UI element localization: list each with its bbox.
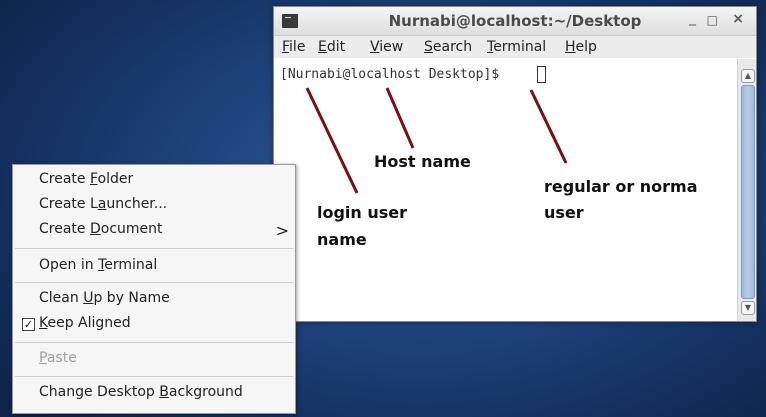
menu-item-open-in-terminal[interactable]: Open in Terminal — [39, 257, 157, 273]
terminal-titlebar[interactable]: Nurnabi@localhost:~/Desktop _ □ × — [274, 7, 756, 36]
vertical-scrollbar[interactable]: ▲ ▼ — [737, 59, 756, 321]
text-cursor — [537, 66, 546, 83]
regular-user-label-line1: regular or norma — [544, 177, 698, 196]
maximize-button[interactable]: □ — [707, 13, 718, 27]
submenu-arrow-icon: > — [275, 221, 289, 240]
shell-prompt: [Nurnabi@localhost Desktop]$ — [280, 67, 500, 82]
menu-separator — [15, 282, 293, 283]
close-button[interactable]: × — [732, 11, 744, 27]
scroll-down-icon[interactable]: ▼ — [741, 301, 755, 315]
login-user-label-line1: login user — [317, 203, 408, 222]
scroll-thumb[interactable] — [741, 85, 755, 299]
menu-item-change-desktop-background[interactable]: Change Desktop Background — [39, 384, 243, 400]
terminal-window[interactable]: Nurnabi@localhost:~/Desktop _ □ × File E… — [273, 6, 757, 322]
menu-item-create-launcher[interactable]: Create Launcher... — [39, 196, 167, 212]
menu-separator — [15, 376, 293, 377]
host-name-label: Host name — [374, 152, 471, 171]
menu-file[interactable]: File — [282, 39, 305, 55]
menu-view[interactable]: View — [370, 39, 403, 55]
login-user-label-line2: name — [317, 230, 367, 249]
menu-item-paste: Paste — [39, 350, 77, 366]
window-title: Nurnabi@localhost:~/Desktop — [388, 12, 642, 30]
checkbox-checked-icon[interactable]: ✓ — [22, 318, 35, 331]
menu-item-create-document[interactable]: Create Document > — [39, 221, 295, 240]
menu-terminal[interactable]: Terminal — [487, 39, 546, 55]
desktop-context-menu: Create Folder Create Launcher... Create … — [12, 164, 296, 414]
menu-item-clean-up-by-name[interactable]: Clean Up by Name — [39, 290, 170, 306]
terminal-icon — [282, 14, 298, 28]
menu-item-keep-aligned[interactable]: Keep Aligned — [39, 315, 131, 331]
menu-search[interactable]: Search — [424, 39, 472, 55]
minimize-button[interactable]: _ — [689, 10, 696, 26]
menu-edit[interactable]: Edit — [318, 39, 345, 55]
menu-separator — [15, 342, 293, 343]
menu-separator — [15, 248, 293, 249]
scroll-up-icon[interactable]: ▲ — [741, 69, 755, 83]
menu-item-create-folder[interactable]: Create Folder — [39, 171, 133, 187]
regular-user-label-line2: user — [544, 203, 584, 222]
menu-bar: File Edit View Search Terminal Help — [274, 36, 756, 58]
menu-help[interactable]: Help — [565, 39, 597, 55]
